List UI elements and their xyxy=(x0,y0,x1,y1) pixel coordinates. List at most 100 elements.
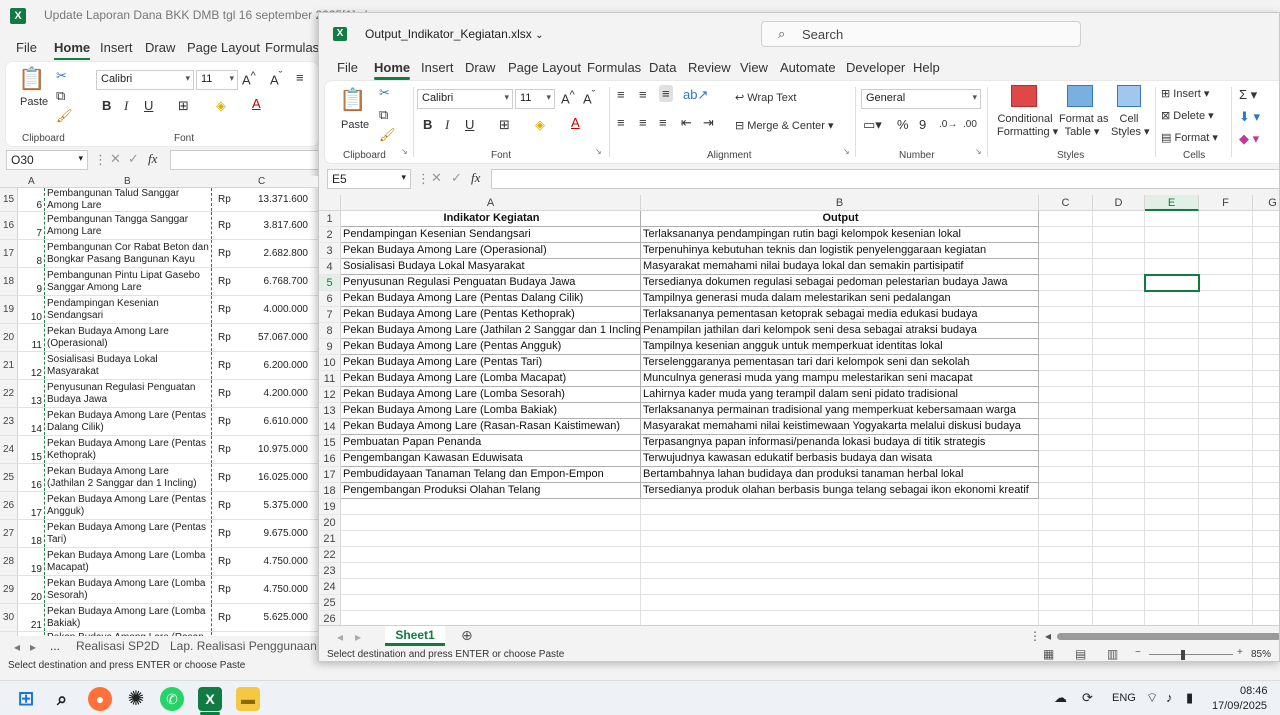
add-sheet-icon[interactable]: ⊕ xyxy=(461,627,473,644)
cell[interactable] xyxy=(1039,611,1093,625)
bg-cell-description[interactable]: Pekan Budaya Among Lare (Lomba Sesorah) xyxy=(44,576,212,603)
cell[interactable] xyxy=(1253,611,1279,625)
increase-font-icon[interactable]: A^ xyxy=(242,70,256,87)
format-painter-icon[interactable]: 🖌 xyxy=(56,108,73,124)
cell-output[interactable]: Masyarakat memahami nilai keistimewaan Y… xyxy=(641,419,1039,435)
bg-col-a[interactable]: A xyxy=(28,176,35,187)
cell[interactable] xyxy=(341,595,641,611)
bg-tab-draw[interactable]: Draw xyxy=(145,40,175,55)
cell[interactable] xyxy=(1039,291,1093,307)
cell[interactable] xyxy=(1199,307,1253,323)
comma-style-icon[interactable]: 9 xyxy=(919,117,926,132)
format-as-table-button[interactable]: Format as Table ▾ xyxy=(1059,113,1109,139)
sheet-tab-sheet1[interactable]: Sheet1 xyxy=(385,626,445,646)
cell[interactable] xyxy=(1039,403,1093,419)
cell[interactable] xyxy=(1039,259,1093,275)
chatgpt-icon[interactable]: ✺ xyxy=(124,687,148,711)
cell[interactable] xyxy=(1145,387,1199,403)
bg-cell-currency[interactable]: Rp xyxy=(212,408,238,435)
cell-indikator[interactable]: Pekan Budaya Among Lare (Pentas Angguk) xyxy=(341,339,641,355)
cell[interactable] xyxy=(641,563,1039,579)
scissors-icon[interactable]: ✂ xyxy=(379,85,390,101)
align-bottom-icon[interactable]: ≡ xyxy=(659,85,673,102)
bg-cell-currency[interactable]: Rp xyxy=(212,492,238,519)
font-color-icon[interactable]: A xyxy=(571,115,580,130)
bg-cell-currency[interactable]: Rp xyxy=(212,380,238,407)
tab-page-layout[interactable]: Page Layout xyxy=(508,60,581,75)
cell[interactable] xyxy=(341,547,641,563)
cell[interactable] xyxy=(1039,339,1093,355)
cell[interactable] xyxy=(1093,435,1145,451)
cell-styles-icon[interactable] xyxy=(1117,85,1141,107)
cell[interactable] xyxy=(641,515,1039,531)
cell[interactable] xyxy=(1253,515,1279,531)
cell-output[interactable]: Bertambahnya lahan budidaya dan produksi… xyxy=(641,467,1039,483)
cell[interactable] xyxy=(1199,483,1253,499)
bg-cell-currency[interactable]: Rp xyxy=(212,324,238,351)
cell[interactable] xyxy=(1145,339,1199,355)
row-header[interactable]: 23 xyxy=(319,563,341,579)
cell[interactable] xyxy=(341,499,641,515)
row-header[interactable]: 11 xyxy=(319,371,341,387)
tab-help[interactable]: Help xyxy=(913,60,940,75)
fg-filename[interactable]: Output_Indikator_Kegiatan.xlsx ⌄ xyxy=(365,27,544,41)
format-cells-button[interactable]: ▤ Format ▾ xyxy=(1161,131,1218,144)
bg-col-c[interactable]: C xyxy=(258,176,265,187)
bg-font-name-dropdown[interactable]: Calibri ▾ xyxy=(96,70,194,90)
decrease-font-icon[interactable]: Aˇ xyxy=(583,89,595,106)
cell[interactable] xyxy=(1039,419,1093,435)
cloud-icon[interactable]: ☁ xyxy=(1054,690,1067,706)
bg-spreadsheet-grid[interactable]: 15 6 Pembangunan Talud Sanggar Among Lare R… xyxy=(0,176,318,636)
bg-row-header[interactable]: 17 xyxy=(0,240,18,267)
cell[interactable] xyxy=(1093,451,1145,467)
tab-automate[interactable]: Automate xyxy=(780,60,836,75)
cell[interactable] xyxy=(1199,419,1253,435)
borders-icon[interactable]: ⊞ xyxy=(499,117,510,133)
clipboard-icon[interactable]: 📋 xyxy=(339,87,367,117)
cell[interactable] xyxy=(641,595,1039,611)
cell[interactable] xyxy=(1253,371,1279,387)
clipboard-icon[interactable]: 📋 xyxy=(18,66,46,96)
row-header[interactable]: 16 xyxy=(319,451,341,467)
cell[interactable] xyxy=(1093,515,1145,531)
name-box[interactable]: E5 ▾ xyxy=(327,169,411,189)
row-header[interactable]: 12 xyxy=(319,387,341,403)
cell[interactable] xyxy=(1199,339,1253,355)
cell[interactable] xyxy=(1199,611,1253,625)
cell-indikator[interactable]: Pengembangan Kawasan Eduwisata xyxy=(341,451,641,467)
cell[interactable] xyxy=(1253,595,1279,611)
bg-cell-description[interactable]: Pekan Budaya Among Lare (Pentas Angguk) xyxy=(44,492,212,519)
cell-styles-button[interactable]: Cell Styles ▾ xyxy=(1111,113,1150,139)
search-icon[interactable]: ⌕ xyxy=(50,687,74,711)
tab-data[interactable]: Data xyxy=(649,60,676,75)
cell[interactable] xyxy=(341,563,641,579)
page-layout-view-icon[interactable]: ▤ xyxy=(1075,647,1086,661)
accounting-format-icon[interactable]: ▭▾ xyxy=(863,117,882,133)
dialog-launcher-icon[interactable]: ↘ xyxy=(975,147,982,156)
cell[interactable] xyxy=(1199,435,1253,451)
cell[interactable] xyxy=(1145,547,1199,563)
number-format-dropdown[interactable]: General ▾ xyxy=(861,89,981,109)
underline-icon[interactable]: U xyxy=(144,98,153,113)
cell[interactable] xyxy=(1093,275,1145,291)
cell[interactable] xyxy=(1093,579,1145,595)
cell[interactable] xyxy=(1039,435,1093,451)
cell[interactable] xyxy=(1093,611,1145,625)
zoom-in-icon[interactable]: + xyxy=(1237,647,1243,658)
bg-cell-amount[interactable]: 5.625.000 xyxy=(238,604,310,631)
cell[interactable] xyxy=(1253,307,1279,323)
cell[interactable] xyxy=(341,611,641,625)
cell-output[interactable]: Tersedianya produk olahan berbasis bunga… xyxy=(641,483,1039,499)
bg-cell-number[interactable]: 21 xyxy=(18,604,44,631)
cell-output[interactable]: Terpenuhinya kebutuhan teknis dan logist… xyxy=(641,243,1039,259)
cell[interactable] xyxy=(1093,483,1145,499)
cell[interactable] xyxy=(641,579,1039,595)
tab-insert[interactable]: Insert xyxy=(421,60,454,75)
bg-cell-description[interactable]: Pembangunan Talud Sanggar Among Lare xyxy=(44,188,212,211)
bg-row-header[interactable]: 24 xyxy=(0,436,18,463)
row-header[interactable]: 19 xyxy=(319,499,341,515)
normal-view-icon[interactable]: ▦ xyxy=(1043,647,1054,661)
bold-icon[interactable]: B xyxy=(102,98,111,113)
bg-cell-number[interactable]: 16 xyxy=(18,464,44,491)
cell[interactable] xyxy=(641,499,1039,515)
